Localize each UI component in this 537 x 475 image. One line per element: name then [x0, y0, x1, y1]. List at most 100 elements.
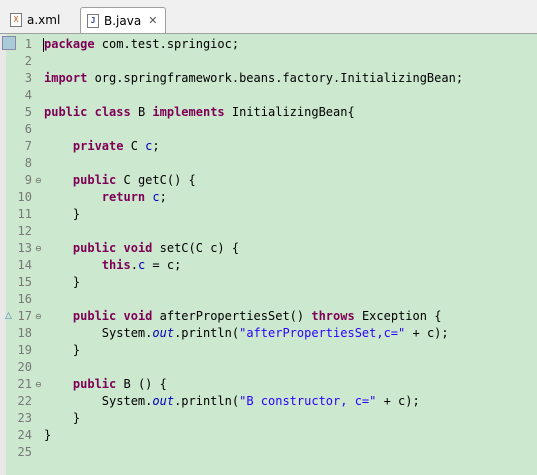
- code-editor[interactable]: 1 2 3 4 5 6 7 8 9 ⊖ 10 11 12 13 ⊖ 14 15 16 17 ⊖ 18 19 20 21 ⊖ 22 2…: [0, 34, 537, 475]
- tab-label: a.xml: [27, 13, 61, 27]
- code-line: return c;: [44, 189, 167, 206]
- code-line: System.out.println("afterPropertiesSet,c…: [44, 325, 449, 342]
- code-line: public void afterPropertiesSet() throws …: [44, 308, 442, 325]
- code-line: package com.test.springioc;: [44, 36, 239, 53]
- code-token: return: [101, 190, 146, 204]
- line-number: 5: [24, 105, 32, 119]
- code-token: ;: [159, 190, 167, 204]
- code-token: }: [44, 207, 81, 221]
- code-line: public C getC() {: [44, 172, 196, 189]
- line-number: 9: [24, 173, 32, 187]
- code-line: }: [44, 206, 80, 223]
- fold-collapse-icon[interactable]: ⊖: [35, 308, 42, 325]
- code-token: + c);: [376, 394, 420, 408]
- code-token: private: [72, 139, 124, 153]
- code-token: "B constructor, c=": [239, 394, 377, 408]
- code-token: public: [44, 105, 88, 119]
- line-number: 13: [17, 241, 32, 255]
- code-token: B: [130, 105, 153, 119]
- code-token: org.springframework.beans.factory.Initia…: [87, 71, 464, 85]
- line-number: 15: [17, 275, 32, 289]
- line-number: 16: [17, 292, 32, 306]
- line-number: 11: [17, 207, 32, 221]
- code-token: public: [72, 377, 117, 391]
- code-token: .println(: [174, 326, 240, 340]
- code-line: public class B implements InitializingBe…: [44, 104, 355, 121]
- code-token: Exception {: [354, 309, 442, 323]
- fold-collapse-icon[interactable]: ⊖: [35, 172, 42, 189]
- code-token: void: [123, 241, 153, 255]
- code-line: public void setC(C c) {: [44, 240, 239, 257]
- line-number: 23: [17, 411, 32, 425]
- override-marker-icon: △: [5, 311, 12, 321]
- tab-a-xml[interactable]: X a.xml: [4, 8, 66, 32]
- line-number: 7: [24, 139, 32, 153]
- fold-collapse-icon[interactable]: ⊖: [35, 240, 42, 257]
- code-token: com.test.springioc;: [94, 37, 240, 51]
- line-number: 24: [17, 428, 32, 442]
- code-token: this: [101, 258, 131, 272]
- code-token: C: [123, 139, 146, 153]
- code-token: }: [44, 428, 52, 442]
- code-line: }: [44, 274, 80, 291]
- line-number: 4: [24, 88, 32, 102]
- code-line: }: [44, 427, 51, 444]
- line-number: 6: [24, 122, 32, 136]
- code-token: package: [44, 37, 95, 51]
- line-number: 20: [17, 360, 32, 374]
- tab-label: B.java: [104, 13, 142, 28]
- code-token: import: [44, 71, 88, 85]
- code-token: afterPropertiesSet(): [152, 309, 312, 323]
- line-number: 22: [17, 394, 32, 408]
- code-token: throws: [311, 309, 355, 323]
- line-number: 12: [17, 224, 32, 238]
- code-token: System.: [44, 394, 153, 408]
- code-token: C getC() {: [116, 173, 196, 187]
- code-token: .: [130, 258, 138, 272]
- line-number: 21: [17, 377, 32, 391]
- code-token: setC(C c) {: [152, 241, 240, 255]
- code-token: + c);: [405, 326, 449, 340]
- code-line: }: [44, 342, 80, 359]
- line-number: 1: [24, 37, 32, 51]
- code-line: this.c = c;: [44, 257, 182, 274]
- fold-collapse-icon[interactable]: ⊖: [35, 376, 42, 393]
- code-token: }: [44, 343, 81, 357]
- code-token: c: [152, 190, 160, 204]
- editor-tab-bar: X a.xml J B.java ✕: [0, 0, 537, 34]
- line-number: 25: [17, 445, 32, 459]
- line-number: 14: [17, 258, 32, 272]
- line-number: 18: [17, 326, 32, 340]
- code-token: "afterPropertiesSet,c=": [239, 326, 406, 340]
- code-token: ;: [152, 139, 160, 153]
- code-token: out: [152, 394, 175, 408]
- code-token: B () {: [116, 377, 167, 391]
- code-token: System.: [44, 326, 153, 340]
- close-icon[interactable]: ✕: [148, 14, 157, 27]
- code-token: public: [72, 309, 117, 323]
- code-line: import org.springframework.beans.factory…: [44, 70, 463, 87]
- line-number: 19: [17, 343, 32, 357]
- line-number: 2: [24, 54, 32, 68]
- line-number: 8: [24, 156, 32, 170]
- code-line: }: [44, 410, 80, 427]
- code-token: implements: [152, 105, 225, 119]
- code-token: = c;: [145, 258, 182, 272]
- code-token: public: [72, 173, 117, 187]
- code-line: private C c;: [44, 138, 160, 155]
- code-token: void: [123, 309, 153, 323]
- code-token: }: [44, 275, 81, 289]
- line-number-gutter: 1 2 3 4 5 6 7 8 9 ⊖ 10 11 12 13 ⊖ 14 15 16 17 ⊖ 18 19 20 21 ⊖ 22 2…: [6, 34, 42, 475]
- tab-b-java[interactable]: J B.java ✕: [80, 7, 166, 33]
- code-token: out: [152, 326, 175, 340]
- line-number: 3: [24, 71, 32, 85]
- code-token: }: [44, 411, 81, 425]
